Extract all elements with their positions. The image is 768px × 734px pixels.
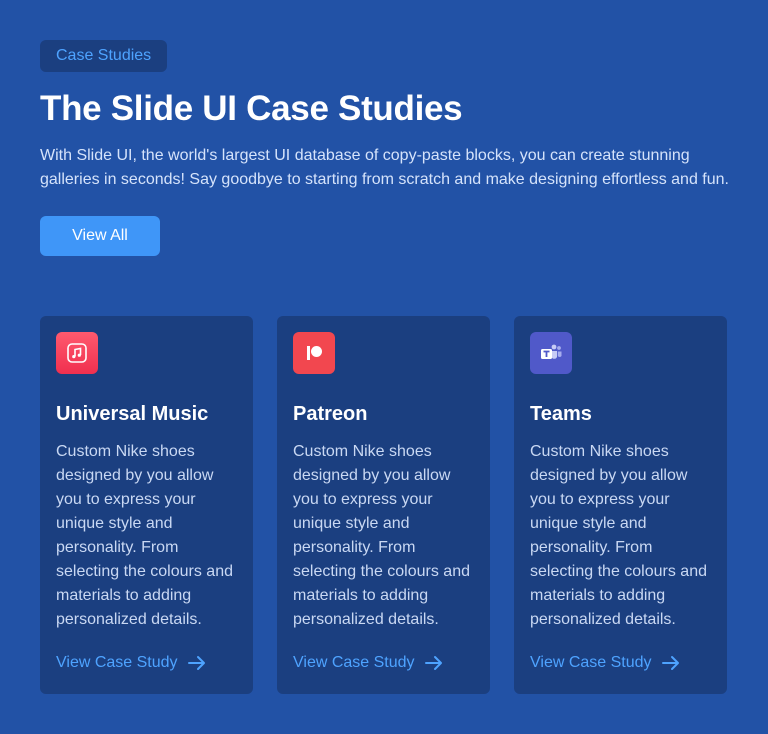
card-description: Custom Nike shoes designed by you allow … [530, 443, 707, 628]
link-label: View Case Study [530, 654, 652, 671]
case-study-card-teams: Teams Custom Nike shoes designed by you … [514, 316, 727, 694]
arrow-right-icon [424, 655, 443, 671]
patreon-icon [293, 332, 335, 374]
section-badge: Case Studies [40, 40, 168, 72]
view-case-study-link[interactable]: View Case Study [530, 654, 680, 672]
view-case-study-link[interactable]: View Case Study [56, 654, 206, 672]
page-title: The Slide UI Case Studies [40, 89, 463, 128]
link-label: View Case Study [56, 654, 178, 671]
case-study-card-universal-music: Universal Music Custom Nike shoes design… [40, 316, 253, 694]
card-description: Custom Nike shoes designed by you allow … [56, 443, 233, 628]
music-note-icon [56, 332, 98, 374]
teams-icon [530, 332, 572, 374]
view-all-button[interactable]: View All [40, 216, 160, 256]
card-description: Custom Nike shoes designed by you allow … [293, 443, 470, 628]
arrow-right-icon [187, 655, 206, 671]
section-description: With Slide UI, the world's largest UI da… [40, 147, 729, 188]
link-label: View Case Study [293, 654, 415, 671]
view-case-study-link[interactable]: View Case Study [293, 654, 443, 672]
card-title: Patreon [293, 403, 368, 425]
case-study-card-patreon: Patreon Custom Nike shoes designed by yo… [277, 316, 490, 694]
case-studies-section: Case Studies The Slide UI Case Studies W… [0, 0, 768, 734]
card-title: Universal Music [56, 403, 209, 425]
card-title: Teams [530, 403, 592, 425]
case-study-cards: Universal Music Custom Nike shoes design… [40, 316, 727, 694]
arrow-right-icon [661, 655, 680, 671]
